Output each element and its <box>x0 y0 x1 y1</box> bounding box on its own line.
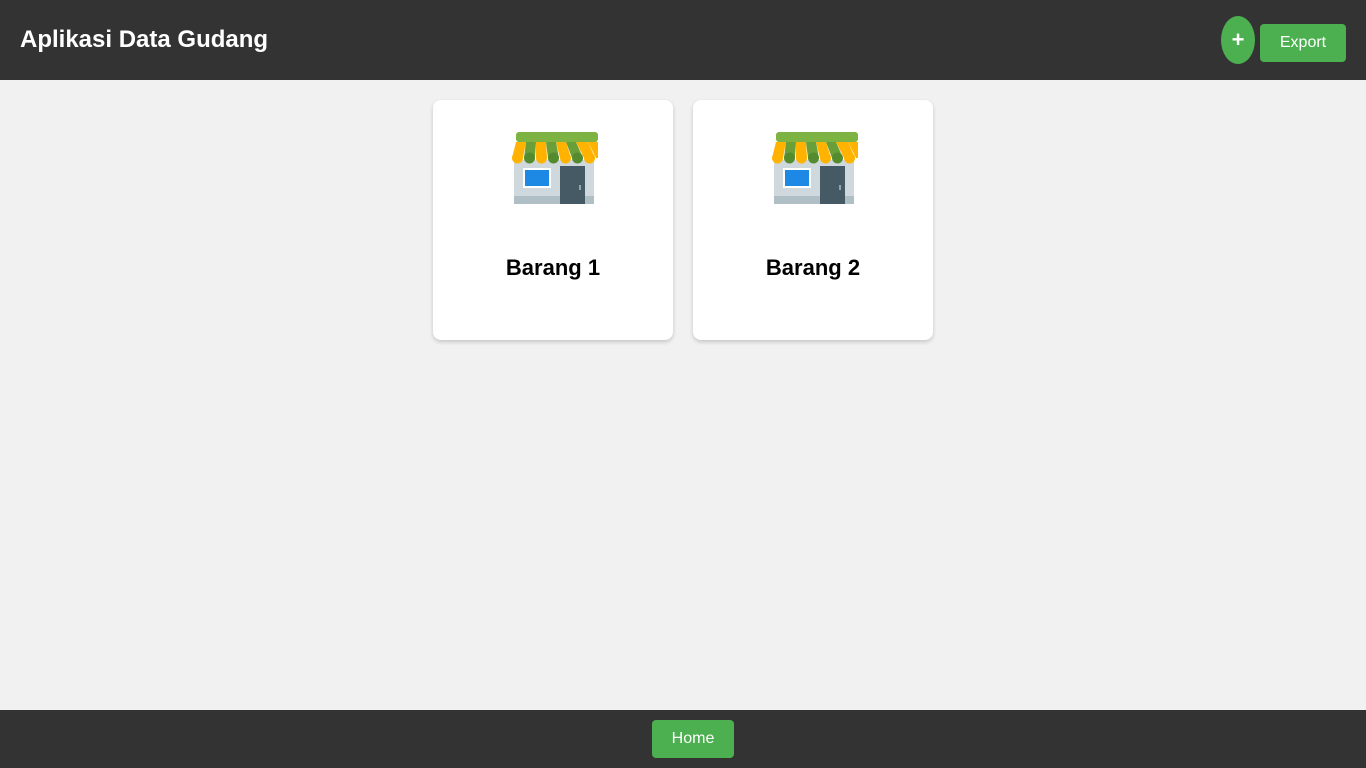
home-button[interactable]: Home <box>652 720 734 758</box>
store-icon <box>769 128 861 212</box>
item-card-grid: Barang 1 Barang 2 <box>0 100 1366 340</box>
item-card-title: Barang 2 <box>765 255 861 280</box>
item-card-title: Barang 1 <box>505 255 601 280</box>
bottom-bar: Home <box>0 710 1366 768</box>
app-root: Aplikasi Data Gudang + Export Barang 1 B… <box>0 0 1366 768</box>
top-app-bar: Aplikasi Data Gudang + Export <box>0 0 1366 80</box>
item-card[interactable]: Barang 2 <box>693 100 933 340</box>
app-title: Aplikasi Data Gudang <box>20 26 269 53</box>
add-item-button[interactable]: + <box>1221 16 1255 64</box>
export-button[interactable]: Export <box>1260 24 1346 62</box>
item-card[interactable]: Barang 1 <box>433 100 673 340</box>
store-icon <box>509 128 601 212</box>
